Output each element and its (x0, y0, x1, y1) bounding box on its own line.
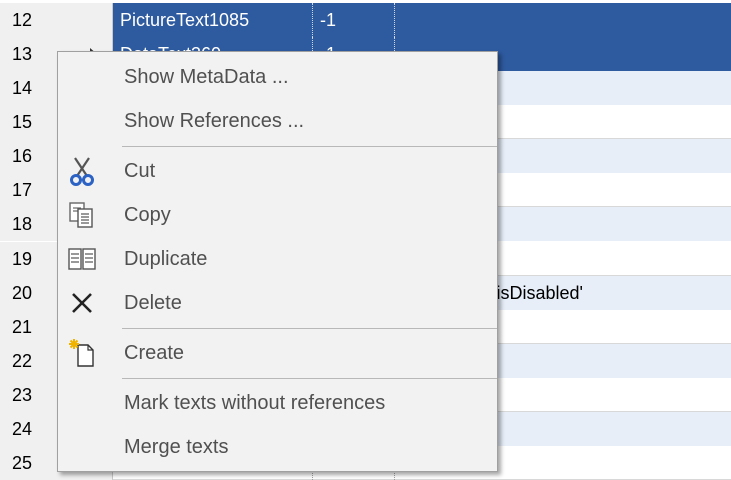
menu-item-label: Merge texts (124, 436, 229, 458)
menu-item-label: Delete (124, 292, 182, 314)
menu-separator (122, 328, 497, 329)
menu-separator (122, 378, 497, 379)
menu-item-delete[interactable]: Delete (58, 281, 497, 325)
value-cell[interactable]: -1 (313, 3, 395, 37)
menu-item-mark-texts-without-references[interactable]: Mark texts without references (58, 381, 497, 425)
menu-item-label: Mark texts without references (124, 392, 386, 414)
menu-item-show-references[interactable]: Show References ... (58, 99, 497, 143)
menu-item-label: Create (124, 342, 185, 364)
menu-separator (122, 146, 497, 147)
menu-item-show-metadata[interactable]: Show MetaData ... (58, 55, 497, 99)
create-new-icon (66, 337, 98, 369)
name-cell[interactable]: PictureText1085 (113, 3, 313, 37)
duplicate-icon (66, 243, 98, 275)
scissors-icon (66, 155, 98, 187)
table-row[interactable]: 12 PictureText1085 -1 (0, 3, 731, 37)
menu-item-label: Show References ... (124, 110, 305, 132)
menu-item-create[interactable]: Create (58, 331, 497, 375)
menu-item-cut[interactable]: Cut (58, 149, 497, 193)
menu-item-label: Duplicate (124, 248, 208, 270)
extra-cell[interactable] (395, 3, 731, 37)
menu-item-merge-texts[interactable]: Merge texts (58, 425, 497, 469)
menu-item-label: Cut (124, 160, 156, 182)
delete-x-icon (66, 287, 98, 319)
context-menu: Show MetaData ... Show References ... Cu… (57, 51, 498, 472)
menu-item-copy[interactable]: Copy (58, 193, 497, 237)
menu-item-duplicate[interactable]: Duplicate (58, 237, 497, 281)
menu-item-label: Show MetaData ... (124, 66, 289, 88)
copy-icon (66, 199, 98, 231)
menu-item-label: Copy (124, 204, 171, 226)
row-number[interactable]: 12 (0, 3, 113, 37)
